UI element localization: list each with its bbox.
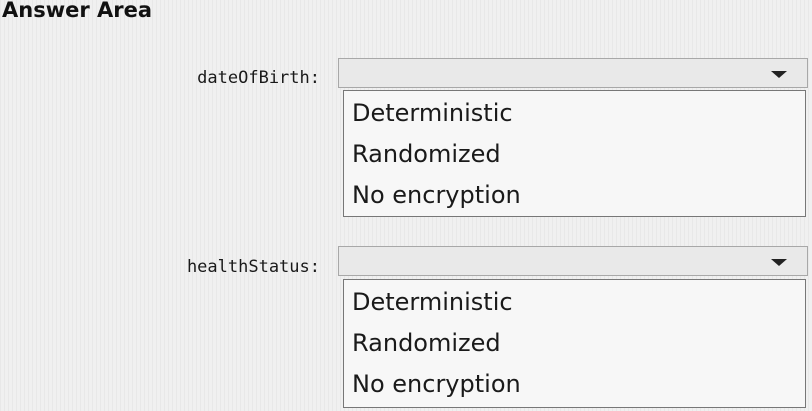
- dateofbirth-label: dateOfBirth:: [197, 68, 320, 88]
- chevron-down-icon[interactable]: [771, 259, 787, 266]
- chevron-down-icon[interactable]: [771, 71, 787, 78]
- dateofbirth-dropdown[interactable]: [338, 58, 808, 88]
- option-deterministic[interactable]: Deterministic: [344, 93, 805, 134]
- option-deterministic[interactable]: Deterministic: [344, 282, 805, 323]
- answer-area-title: Answer Area: [2, 0, 153, 22]
- healthstatus-dropdown[interactable]: [338, 246, 808, 276]
- option-randomized[interactable]: Randomized: [344, 134, 805, 175]
- healthstatus-label: healthStatus:: [186, 257, 320, 277]
- healthstatus-options-list: Deterministic Randomized No encryption: [343, 279, 806, 408]
- dateofbirth-options-list: Deterministic Randomized No encryption: [343, 90, 806, 217]
- option-no-encryption[interactable]: No encryption: [344, 175, 805, 216]
- option-no-encryption[interactable]: No encryption: [344, 364, 805, 405]
- option-randomized[interactable]: Randomized: [344, 323, 805, 364]
